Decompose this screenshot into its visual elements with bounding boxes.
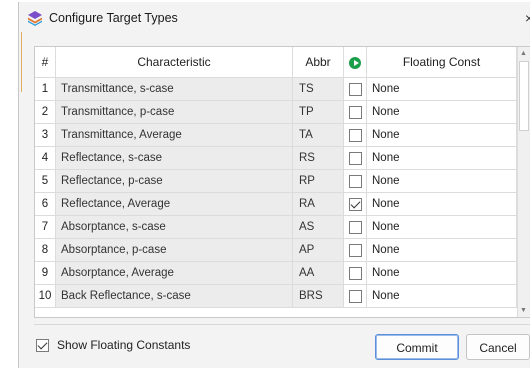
select-cell[interactable]	[343, 77, 367, 101]
select-cell[interactable]	[343, 261, 367, 285]
characteristic-cell[interactable]: Back Reflectance, s-case	[55, 284, 293, 308]
row-number: 2	[35, 100, 56, 124]
table-row[interactable]: 10 Back Reflectance, s-case BRS None	[35, 284, 517, 308]
column-header-number[interactable]: #	[35, 47, 56, 78]
abbr-cell[interactable]: TA	[292, 123, 344, 147]
abbr-cell[interactable]: AS	[292, 215, 344, 239]
target-types-table: # Characteristic Abbr Floating Const 1 Tr…	[35, 47, 517, 308]
column-header-characteristic[interactable]: Characteristic	[55, 47, 293, 78]
floating-const-cell[interactable]: None	[366, 284, 517, 308]
select-cell[interactable]	[343, 284, 367, 308]
abbr-cell[interactable]: RP	[292, 169, 344, 193]
select-cell[interactable]	[343, 146, 367, 170]
window-accent-edge	[21, 32, 22, 92]
floating-const-cell[interactable]: None	[366, 123, 517, 147]
row-number: 7	[35, 215, 56, 239]
floating-const-cell[interactable]: None	[366, 215, 517, 239]
floating-const-cell[interactable]: None	[366, 77, 517, 101]
footer-divider	[34, 324, 530, 325]
floating-const-cell[interactable]: None	[366, 146, 517, 170]
table-row[interactable]: 6 Reflectance, Average RA None	[35, 192, 517, 216]
row-select-checkbox[interactable]	[348, 152, 362, 166]
column-header-abbr[interactable]: Abbr	[292, 47, 344, 78]
abbr-cell[interactable]: BRS	[292, 284, 344, 308]
row-number: 1	[35, 77, 56, 101]
abbr-cell[interactable]: TS	[292, 77, 344, 101]
row-select-checkbox[interactable]	[348, 83, 362, 97]
select-cell[interactable]	[343, 238, 367, 262]
select-cell[interactable]	[343, 215, 367, 239]
characteristic-cell[interactable]: Transmittance, s-case	[55, 77, 293, 101]
abbr-cell[interactable]: RA	[292, 192, 344, 216]
characteristic-cell[interactable]: Reflectance, s-case	[55, 146, 293, 170]
abbr-cell[interactable]: TP	[292, 100, 344, 124]
table-row[interactable]: 2 Transmittance, p-case TP None	[35, 100, 517, 124]
select-cell[interactable]	[343, 123, 367, 147]
row-select-checkbox[interactable]	[348, 244, 362, 258]
close-icon[interactable]: ×	[525, 10, 530, 26]
column-header-floating-const[interactable]: Floating Const	[366, 47, 517, 78]
row-number: 3	[35, 123, 56, 147]
scroll-up-icon[interactable]: ▲	[520, 50, 527, 57]
floating-const-cell[interactable]: None	[366, 100, 517, 124]
characteristic-cell[interactable]: Absorptance, p-case	[55, 238, 293, 262]
configure-target-types-dialog: Configure Target Types × # Characteristi…	[18, 2, 530, 368]
scroll-down-icon[interactable]: ▼	[520, 307, 527, 314]
row-number: 4	[35, 146, 56, 170]
floating-const-cell[interactable]: None	[366, 192, 517, 216]
table-row[interactable]: 5 Reflectance, p-case RP None	[35, 169, 517, 193]
row-number: 6	[35, 192, 56, 216]
select-cell[interactable]	[343, 169, 367, 193]
floating-const-cell[interactable]: None	[366, 169, 517, 193]
select-cell[interactable]	[343, 192, 367, 216]
green-play-circle-icon	[349, 56, 361, 69]
abbr-cell[interactable]: AA	[292, 261, 344, 285]
dialog-title: Configure Target Types	[49, 11, 178, 25]
target-types-grid: # Characteristic Abbr Floating Const 1 Tr…	[34, 46, 530, 318]
table-row[interactable]: 3 Transmittance, Average TA None	[35, 123, 517, 147]
row-number: 10	[35, 284, 56, 308]
row-select-checkbox[interactable]	[348, 106, 362, 120]
row-number: 5	[35, 169, 56, 193]
floating-const-cell[interactable]: None	[366, 261, 517, 285]
row-select-checkbox[interactable]	[348, 129, 362, 143]
row-number: 8	[35, 238, 56, 262]
row-select-checkbox[interactable]	[348, 290, 362, 304]
cancel-button[interactable]: Cancel	[466, 334, 530, 360]
column-header-select[interactable]	[343, 47, 367, 78]
show-floating-constants-checkbox[interactable]	[36, 338, 49, 352]
table-row[interactable]: 1 Transmittance, s-case TS None	[35, 77, 517, 101]
scrollbar-thumb[interactable]	[519, 61, 529, 131]
commit-button[interactable]: Commit	[375, 334, 459, 360]
row-select-checkbox[interactable]	[348, 198, 362, 212]
abbr-cell[interactable]: AP	[292, 238, 344, 262]
table-header-row: # Characteristic Abbr Floating Const	[35, 47, 517, 78]
table-body: 1 Transmittance, s-case TS None 2 Transmittan…	[35, 77, 517, 308]
table-row[interactable]: 7 Absorptance, s-case AS None	[35, 215, 517, 239]
characteristic-cell[interactable]: Reflectance, Average	[55, 192, 293, 216]
characteristic-cell[interactable]: Reflectance, p-case	[55, 169, 293, 193]
row-select-checkbox[interactable]	[348, 175, 362, 189]
abbr-cell[interactable]: RS	[292, 146, 344, 170]
title-bar: Configure Target Types ×	[19, 2, 530, 34]
table-row[interactable]: 4 Reflectance, s-case RS None	[35, 146, 517, 170]
floating-const-cell[interactable]: None	[366, 238, 517, 262]
table-row[interactable]: 8 Absorptance, p-case AP None	[35, 238, 517, 262]
show-floating-constants-label: Show Floating Constants	[57, 338, 191, 352]
table-row[interactable]: 9 Absorptance, Average AA None	[35, 261, 517, 285]
characteristic-cell[interactable]: Absorptance, Average	[55, 261, 293, 285]
characteristic-cell[interactable]: Transmittance, p-case	[55, 100, 293, 124]
row-select-checkbox[interactable]	[348, 267, 362, 281]
select-cell[interactable]	[343, 100, 367, 124]
show-floating-constants-option[interactable]: Show Floating Constants	[36, 338, 190, 352]
stacked-layers-icon	[28, 11, 42, 26]
row-number: 9	[35, 261, 56, 285]
characteristic-cell[interactable]: Absorptance, s-case	[55, 215, 293, 239]
row-select-checkbox[interactable]	[348, 221, 362, 235]
characteristic-cell[interactable]: Transmittance, Average	[55, 123, 293, 147]
vertical-scrollbar[interactable]: ▲ ▼	[517, 47, 530, 317]
